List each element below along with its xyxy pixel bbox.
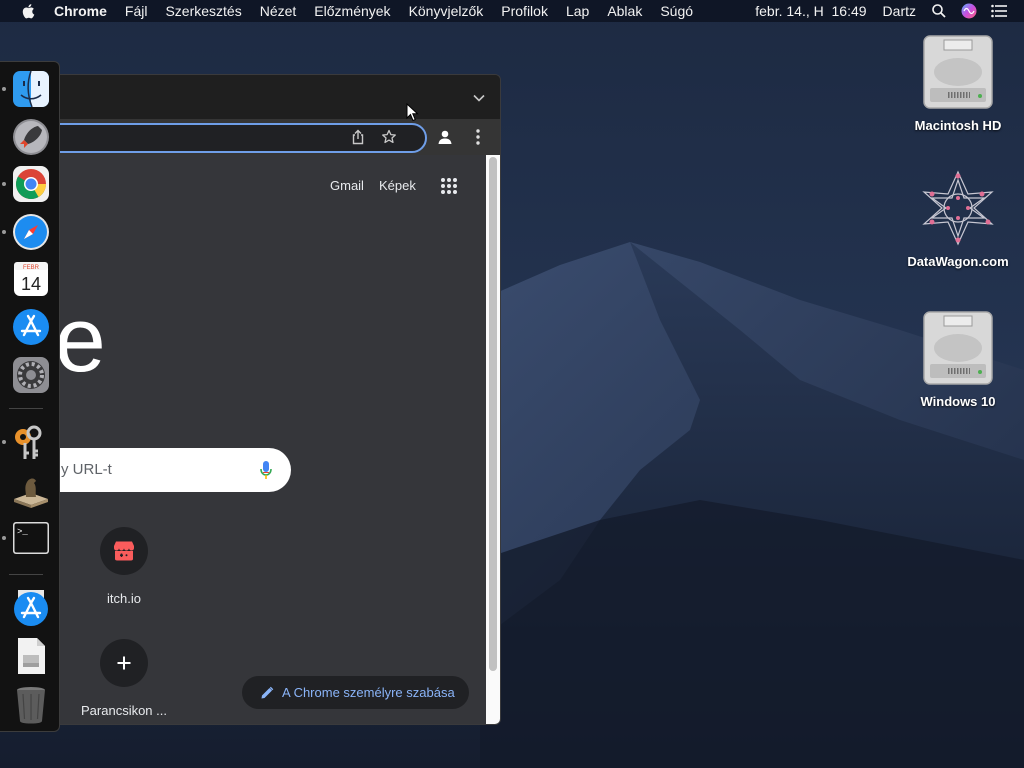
- shortcut-tile[interactable]: itch.io: [76, 527, 172, 606]
- customize-chrome-label: A Chrome személyre szabása: [282, 685, 455, 700]
- keychain-access-icon[interactable]: [10, 421, 52, 463]
- menu-view[interactable]: Nézet: [251, 0, 306, 22]
- app-store-folder-icon[interactable]: [10, 587, 52, 629]
- microphone-icon[interactable]: [259, 460, 273, 480]
- chess-icon[interactable]: [10, 469, 52, 511]
- control-list-icon[interactable]: [990, 2, 1008, 20]
- shortcut-label: Parancsikon ...: [81, 703, 167, 718]
- terminal-icon[interactable]: >_: [10, 517, 52, 559]
- menu-history[interactable]: Előzmények: [305, 0, 399, 22]
- toolbar: [41, 119, 500, 155]
- plus-icon: [100, 639, 148, 687]
- hard-drive-icon: [918, 308, 998, 388]
- more-options-icon[interactable]: [469, 128, 487, 146]
- menu-app-chrome[interactable]: Chrome: [48, 0, 116, 22]
- search-placeholder: y URL-t: [61, 461, 112, 478]
- datawagon-star-icon: [918, 168, 998, 248]
- finder-icon[interactable]: [10, 68, 52, 110]
- menu-bookmarks[interactable]: Könyvjelzők: [400, 0, 493, 22]
- svg-text:FEBR: FEBR: [23, 265, 40, 271]
- safari-icon[interactable]: [10, 211, 52, 253]
- customize-chrome-button[interactable]: A Chrome személyre szabása: [242, 676, 469, 709]
- desktop-icon-label: Windows 10: [920, 394, 996, 409]
- google-apps-icon[interactable]: [440, 177, 458, 195]
- hard-drive-icon: [918, 32, 998, 112]
- desktop-icon-macintosh-hd[interactable]: Macintosh HD: [898, 32, 1018, 133]
- menu-edit[interactable]: Szerkesztés: [156, 0, 250, 22]
- profile-icon[interactable]: [436, 128, 454, 146]
- images-link[interactable]: Képek: [379, 178, 416, 193]
- running-indicator: [2, 230, 6, 234]
- running-indicator: [2, 440, 6, 444]
- chrome-icon[interactable]: [10, 163, 52, 205]
- menu-file[interactable]: Fájl: [116, 0, 157, 22]
- clock[interactable]: febr. 14., H 16:49: [747, 3, 874, 19]
- pencil-icon: [261, 686, 274, 698]
- app-store-icon[interactable]: [10, 306, 52, 348]
- search-box[interactable]: y URL-t: [41, 448, 291, 492]
- chevron-down-icon[interactable]: [472, 91, 486, 105]
- dock-separator: [9, 574, 43, 575]
- desktop-icon-windows-10[interactable]: Windows 10: [898, 308, 1018, 409]
- document-icon[interactable]: [10, 635, 52, 677]
- desktop-icon-label: DataWagon.com: [907, 254, 1009, 269]
- new-tab-page: Gmail Képek gle y URL-t itch.io Parancsi…: [41, 155, 486, 724]
- siri-icon[interactable]: [960, 2, 978, 20]
- menu-tab[interactable]: Lap: [557, 0, 598, 22]
- bookmark-star-icon[interactable]: [380, 128, 398, 146]
- spotlight-search-icon[interactable]: [930, 2, 948, 20]
- menu-window[interactable]: Ablak: [598, 0, 651, 22]
- gmail-link[interactable]: Gmail: [330, 178, 364, 193]
- mouse-cursor-icon: [406, 103, 419, 122]
- svg-text:>_: >_: [17, 527, 28, 537]
- running-indicator: [2, 182, 6, 186]
- running-indicator: [2, 87, 6, 91]
- dock: FEBR 14 >_: [0, 61, 60, 732]
- itch-io-icon: [100, 527, 148, 575]
- user-name[interactable]: Dartz: [875, 3, 924, 19]
- svg-text:14: 14: [21, 274, 41, 294]
- dock-separator: [9, 408, 43, 409]
- calendar-icon[interactable]: FEBR 14: [10, 258, 52, 300]
- trash-icon[interactable]: [10, 683, 52, 725]
- chrome-window: Gmail Képek gle y URL-t itch.io Parancsi…: [40, 74, 501, 725]
- add-shortcut-tile[interactable]: Parancsikon ...: [76, 639, 172, 718]
- address-bar[interactable]: [41, 123, 427, 153]
- system-preferences-icon[interactable]: [10, 354, 52, 396]
- launchpad-icon[interactable]: [10, 116, 52, 158]
- tab-strip: [41, 75, 500, 119]
- shortcut-label: itch.io: [107, 591, 141, 606]
- page-scrollbar[interactable]: [486, 155, 500, 724]
- desktop-icon-datawagon[interactable]: DataWagon.com: [898, 168, 1018, 269]
- scrollbar-thumb[interactable]: [489, 157, 497, 671]
- menu-bar: Chrome Fájl Szerkesztés Nézet Előzmények…: [0, 0, 1024, 22]
- share-icon[interactable]: [349, 128, 367, 146]
- apple-icon[interactable]: [20, 2, 38, 20]
- menu-help[interactable]: Súgó: [651, 0, 702, 22]
- menu-profiles[interactable]: Profilok: [492, 0, 557, 22]
- desktop-icon-label: Macintosh HD: [914, 118, 1002, 133]
- running-indicator: [2, 536, 6, 540]
